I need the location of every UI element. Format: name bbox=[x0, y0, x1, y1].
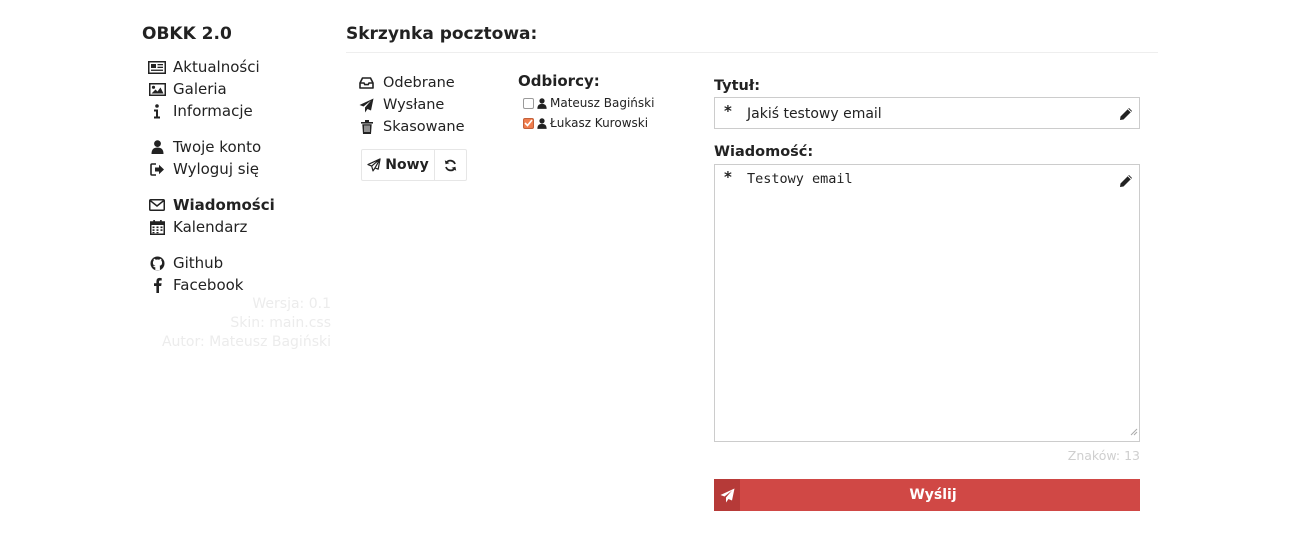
refresh-button[interactable] bbox=[435, 150, 466, 180]
message-label: Wiadomość: bbox=[714, 144, 814, 160]
recipients-heading: Odbiorcy: bbox=[518, 72, 600, 90]
recipient-name: Łukasz Kurowski bbox=[550, 116, 649, 130]
folder-odebrane[interactable]: Odebrane bbox=[358, 72, 465, 94]
sidebar-item-wyloguj[interactable]: Wyloguj się bbox=[148, 158, 275, 180]
recipient-item[interactable]: Łukasz Kurowski bbox=[523, 113, 654, 133]
github-icon bbox=[148, 255, 166, 271]
sidebar-item-wiadomosci[interactable]: Wiadomości bbox=[148, 194, 275, 216]
message-textarea[interactable]: * Testowy email bbox=[714, 164, 1140, 442]
resize-handle-icon[interactable] bbox=[1130, 421, 1138, 440]
recipient-name: Mateusz Bagiński bbox=[550, 96, 655, 110]
char-counter: Znaków: 13 bbox=[1067, 448, 1140, 463]
mail-folders: Odebrane Wysłane Skasowane bbox=[358, 72, 465, 138]
sidebar-item-label: Wiadomości bbox=[173, 196, 275, 214]
sidebar-item-label: Github bbox=[173, 254, 224, 272]
required-marker: * bbox=[724, 168, 732, 186]
title-divider bbox=[346, 52, 1158, 53]
newspaper-icon bbox=[148, 59, 166, 75]
app-meta-info: Wersja: 0.1 Skin: main.css Autor: Mateus… bbox=[150, 295, 331, 352]
sidebar-item-label: Kalendarz bbox=[173, 218, 248, 236]
sidebar-item-label: Twoje konto bbox=[173, 138, 262, 156]
sidebar-item-twoje-konto[interactable]: Twoje konto bbox=[148, 136, 275, 158]
sidebar-item-label: Wyloguj się bbox=[173, 160, 259, 178]
refresh-icon bbox=[444, 159, 457, 171]
new-message-label: Nowy bbox=[385, 157, 429, 173]
sidebar-item-kalendarz[interactable]: Kalendarz bbox=[148, 216, 275, 238]
new-message-button[interactable]: Nowy bbox=[362, 150, 435, 180]
pencil-icon[interactable] bbox=[1119, 173, 1133, 192]
app-title: OBKK 2.0 bbox=[142, 24, 232, 44]
sidebar-item-aktualnosci[interactable]: Aktualności bbox=[148, 56, 275, 78]
recipient-checkbox-checked[interactable] bbox=[523, 117, 534, 129]
paper-plane-icon bbox=[714, 479, 740, 511]
folder-skasowane[interactable]: Skasowane bbox=[358, 116, 465, 138]
check-icon bbox=[524, 119, 533, 127]
message-textarea-value[interactable]: Testowy email bbox=[747, 171, 853, 187]
trash-icon bbox=[358, 119, 375, 135]
sidebar-item-label: Aktualności bbox=[173, 58, 260, 76]
recipients-list: Mateusz Bagiński Łukasz Kurowski bbox=[523, 93, 654, 133]
sidebar-item-informacje[interactable]: Informacje bbox=[148, 100, 275, 122]
envelope-icon bbox=[148, 197, 166, 213]
sidebar-item-label: Informacje bbox=[173, 102, 253, 120]
author-text: Autor: Mateusz Bagiński bbox=[161, 334, 331, 350]
user-icon bbox=[148, 139, 166, 155]
info-icon bbox=[148, 103, 166, 119]
title-input-value[interactable]: Jakiś testowy email bbox=[747, 106, 882, 122]
send-button[interactable]: Wyślij bbox=[714, 479, 1140, 511]
sidebar-item-label: Facebook bbox=[173, 276, 244, 294]
folder-label: Wysłane bbox=[383, 97, 445, 113]
sidebar-nav: Aktualności Galeria Informacje Twoje kon… bbox=[148, 56, 275, 310]
recipient-item[interactable]: Mateusz Bagiński bbox=[523, 93, 654, 113]
facebook-icon bbox=[148, 277, 166, 293]
calendar-icon bbox=[148, 219, 166, 235]
mail-actions: Nowy bbox=[361, 149, 467, 181]
user-icon bbox=[537, 97, 547, 109]
image-icon bbox=[148, 81, 166, 97]
title-label: Tytuł: bbox=[714, 78, 761, 94]
send-button-label: Wyślij bbox=[909, 487, 957, 503]
recipient-checkbox[interactable] bbox=[523, 97, 534, 109]
skin-text: Skin: main.css bbox=[230, 315, 331, 331]
version-text: Wersja: 0.1 bbox=[252, 296, 331, 312]
pencil-icon[interactable] bbox=[1119, 106, 1133, 125]
page-title: Skrzynka pocztowa: bbox=[346, 24, 538, 44]
user-icon bbox=[537, 117, 547, 129]
title-input[interactable]: * Jakiś testowy email bbox=[714, 97, 1140, 129]
folder-wyslane[interactable]: Wysłane bbox=[358, 94, 465, 116]
folder-label: Skasowane bbox=[383, 119, 465, 135]
sidebar-item-github[interactable]: Github bbox=[148, 252, 275, 274]
folder-label: Odebrane bbox=[383, 75, 455, 91]
paper-plane-outline-icon bbox=[367, 158, 381, 172]
sidebar-item-galeria[interactable]: Galeria bbox=[148, 78, 275, 100]
sign-out-icon bbox=[148, 161, 166, 177]
required-marker: * bbox=[724, 102, 732, 120]
sidebar-item-label: Galeria bbox=[173, 80, 227, 98]
paper-plane-icon bbox=[358, 97, 375, 113]
inbox-icon bbox=[358, 75, 375, 91]
sidebar-item-facebook[interactable]: Facebook bbox=[148, 274, 275, 296]
